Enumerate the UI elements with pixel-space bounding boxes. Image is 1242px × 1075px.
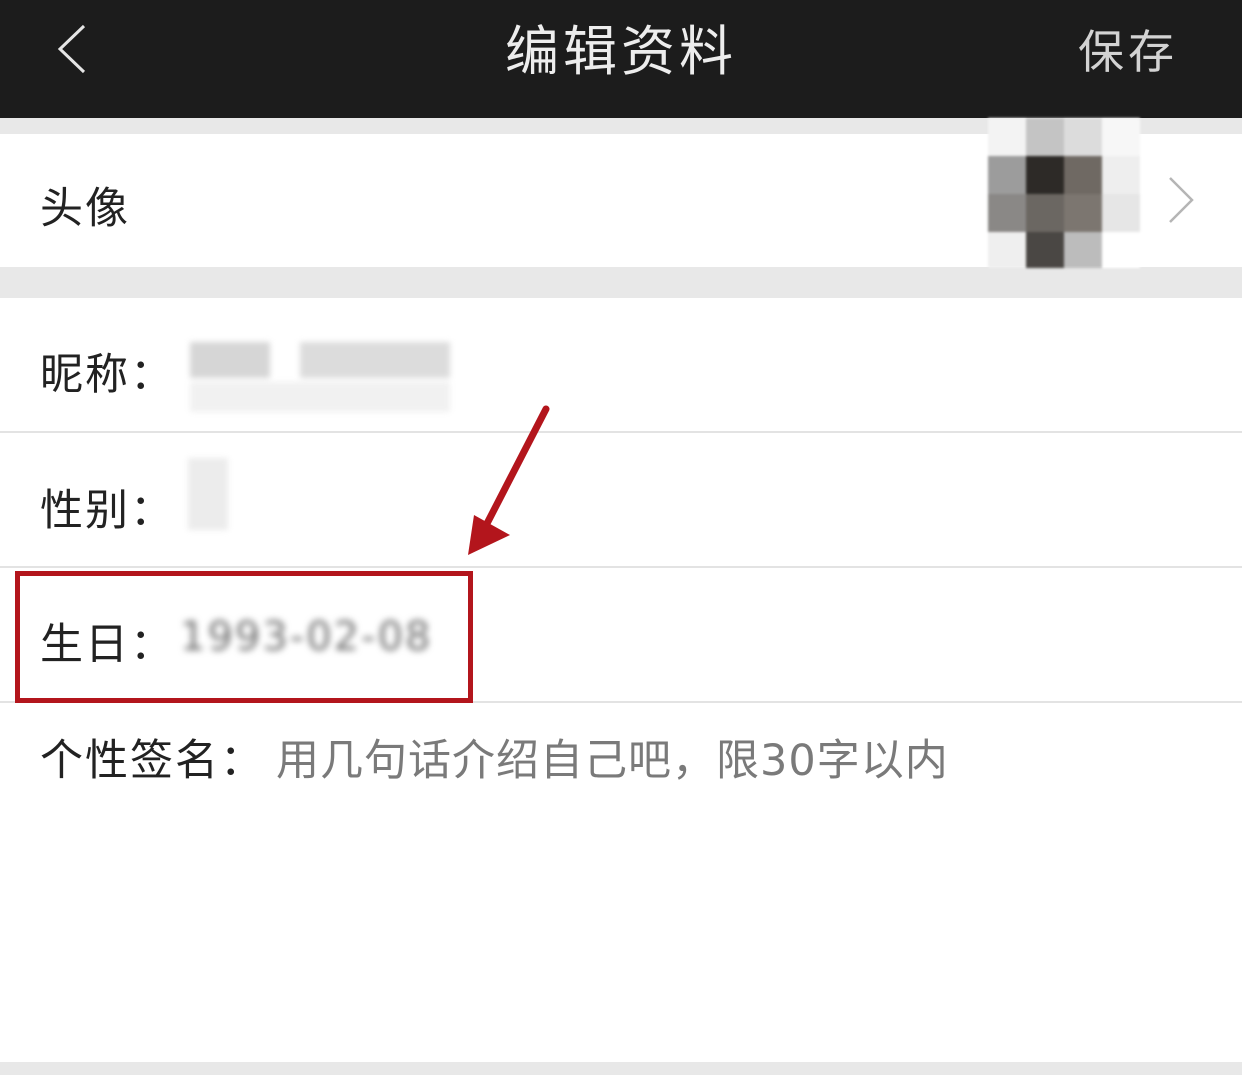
divider: [0, 566, 1242, 568]
highlight-box: [15, 571, 473, 703]
annotation-arrow-icon: [468, 405, 550, 555]
save-button[interactable]: 保存: [1078, 20, 1178, 84]
page-title: 编辑资料: [505, 20, 737, 83]
nickname-label: 昵称：: [40, 350, 175, 400]
divider: [0, 431, 1242, 433]
gender-value-blurred[interactable]: [188, 458, 228, 530]
chevron-right-icon[interactable]: [1158, 172, 1202, 228]
navigation-bar: 编辑资料 保存: [0, 0, 1242, 118]
gender-label: 性别：: [40, 486, 175, 536]
avatar[interactable]: [988, 118, 1140, 268]
signature-input[interactable]: 用几句话介绍自己吧，限30字以内: [276, 726, 949, 788]
signature-label: 个性签名：: [40, 736, 265, 786]
avatar-label: 头像: [40, 184, 130, 234]
nickname-value-blurred[interactable]: [160, 340, 456, 416]
